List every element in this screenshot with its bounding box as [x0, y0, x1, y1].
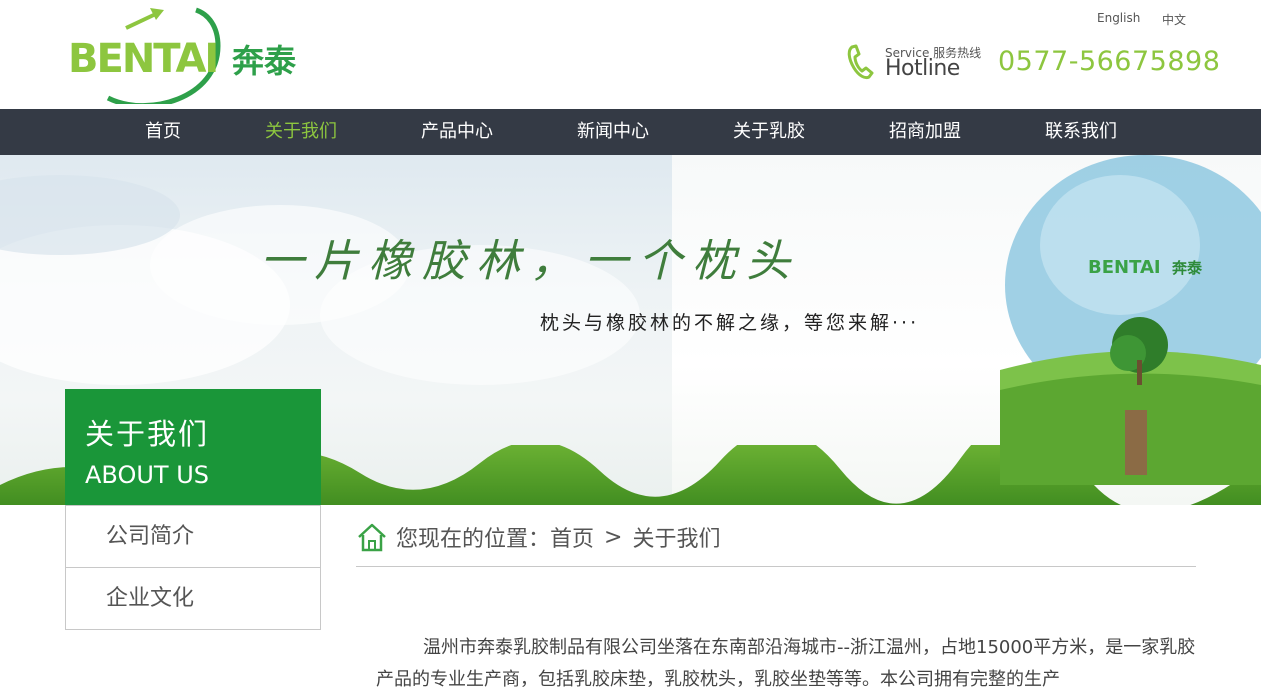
- breadcrumb-home-link[interactable]: 首页: [550, 521, 594, 553]
- svg-text:奔泰: 奔泰: [232, 42, 297, 80]
- language-english-link[interactable]: English: [1097, 11, 1140, 25]
- breadcrumb-divider: [356, 566, 1196, 567]
- breadcrumb-prefix: 您现在的位置：: [396, 527, 551, 552]
- nav-item-home[interactable]: 首页: [125, 109, 201, 155]
- hotline-label: Hotline: [885, 56, 960, 81]
- breadcrumb-separator: >: [604, 524, 623, 550]
- svg-text:BENTAI: BENTAI: [68, 36, 217, 82]
- sidebar-item-company-profile[interactable]: 公司简介: [66, 505, 320, 567]
- svg-text:奔泰: 奔泰: [1171, 259, 1203, 277]
- nav-item-contact[interactable]: 联系我们: [1035, 109, 1127, 155]
- breadcrumb: 您现在的位置： 首页 > 关于我们: [356, 520, 720, 554]
- sidebar-title-en: ABOUT US: [85, 461, 210, 489]
- language-chinese-link[interactable]: 中文: [1162, 11, 1186, 28]
- sidebar-item-corporate-culture[interactable]: 企业文化: [66, 567, 320, 629]
- hotline-phone-number: 0577-56675898: [998, 46, 1221, 77]
- sidebar-title-cn: 关于我们: [85, 417, 210, 451]
- sidebar-header: 关于我们 ABOUT US: [65, 389, 321, 505]
- phone-icon: [847, 44, 874, 80]
- nav-item-franchise[interactable]: 招商加盟: [879, 109, 971, 155]
- main-nav: 首页 关于我们 产品中心 新闻中心 关于乳胶 招商加盟 联系我们: [0, 109, 1261, 155]
- header: BENTAI 奔泰 English 中文 Service 服务热线 Hotlin…: [0, 0, 1261, 109]
- sidebar-menu: 公司简介 企业文化: [65, 505, 321, 630]
- banner-subslogan: 枕头与橡胶林的不解之缘，等您来解···: [540, 312, 920, 334]
- nav-item-about[interactable]: 关于我们: [255, 109, 347, 155]
- company-intro-text: 温州市奔泰乳胶制品有限公司坐落在东南部沿海城市--浙江温州，占地15000平方米…: [376, 637, 1196, 690]
- home-icon: [358, 523, 386, 552]
- tree-image: BENTAI 奔泰: [1000, 155, 1261, 485]
- nav-item-news[interactable]: 新闻中心: [567, 109, 659, 155]
- nav-item-latex[interactable]: 关于乳胶: [723, 109, 815, 155]
- bentai-logo[interactable]: BENTAI 奔泰: [68, 6, 308, 104]
- nav-item-products[interactable]: 产品中心: [411, 109, 503, 155]
- banner-slogan: 一片橡胶林，一个枕头: [260, 236, 800, 287]
- breadcrumb-current: 关于我们: [632, 527, 721, 552]
- svg-text:BENTAI: BENTAI: [1088, 257, 1161, 278]
